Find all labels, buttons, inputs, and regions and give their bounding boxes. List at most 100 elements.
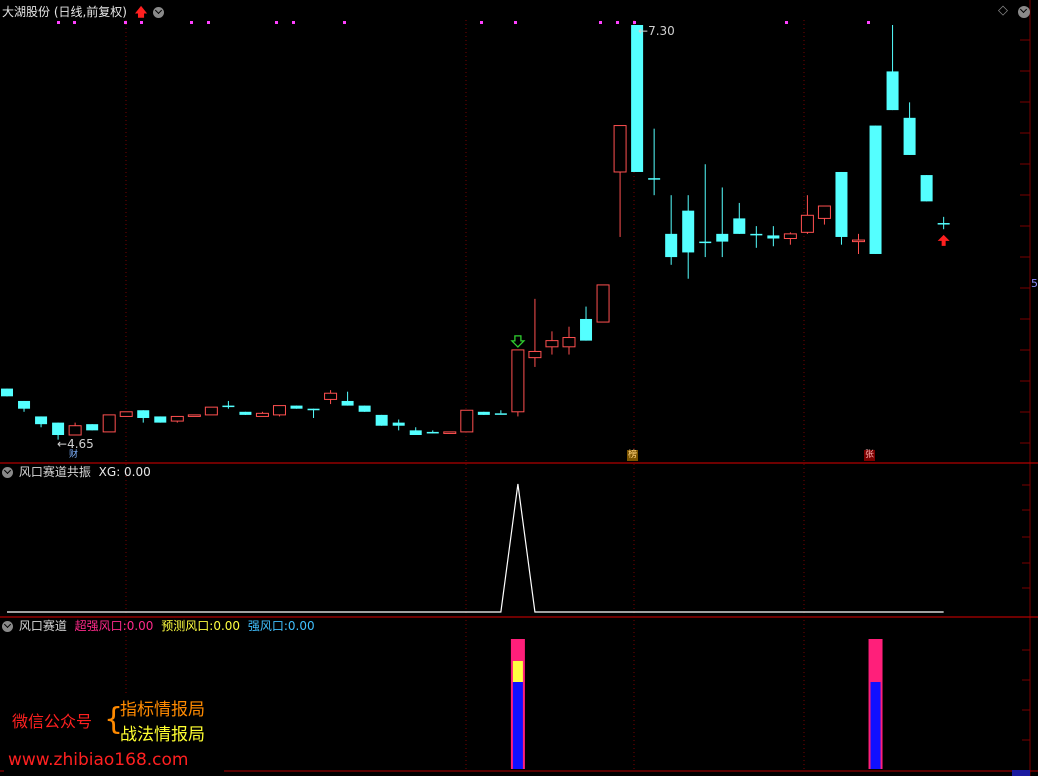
chevron-down-icon[interactable] (2, 621, 13, 632)
signal-dot (599, 21, 602, 24)
candle-body (716, 233, 729, 242)
candle-body (767, 235, 780, 239)
chevron-down-icon[interactable] (2, 467, 13, 478)
marker-bang[interactable]: 榜 (627, 450, 638, 461)
candle (239, 411, 252, 415)
candle-body (665, 233, 678, 258)
marker-cai[interactable]: 财 (68, 450, 79, 461)
candle (392, 419, 405, 431)
candle (409, 427, 422, 435)
right-scale-label: 5 (1031, 277, 1038, 290)
candle-body (375, 414, 388, 426)
candle-body (477, 411, 490, 415)
high-price-label: ←7.30 (638, 24, 675, 38)
super-value: 0.00 (126, 619, 154, 633)
watermark-url[interactable]: www.zhibiao168.com (8, 750, 188, 770)
candle (187, 414, 201, 417)
candle (800, 195, 814, 234)
candle-body (817, 205, 831, 219)
xg-value: XG: 0.00 (98, 465, 151, 479)
xg-panel-header: 风口赛道共振 XG: 0.00 (2, 465, 151, 479)
chevron-down-icon[interactable] (153, 7, 164, 18)
signal-dot (343, 21, 346, 24)
high-price-value: 7.30 (648, 24, 675, 38)
scrollbar-indicator[interactable] (1012, 770, 1030, 776)
predict-label: 预测风口: (161, 619, 214, 633)
expand-panel-icon[interactable] (1018, 6, 1030, 18)
candle (511, 349, 525, 417)
strong-value: 0.00 (287, 619, 315, 633)
candle (783, 232, 797, 245)
candle (154, 416, 167, 423)
candle (290, 405, 303, 409)
candle (426, 430, 439, 434)
signal-dot (867, 21, 870, 24)
candle-body (937, 223, 950, 225)
predict-fengkou-bar (512, 661, 523, 682)
candle (682, 195, 695, 279)
candle (477, 411, 490, 415)
main-title: 大湖股份 (日线,前复权) 🡅 (2, 5, 164, 19)
candle-body (903, 117, 916, 155)
candle-body (528, 350, 542, 359)
candle (102, 414, 116, 433)
candle-body (545, 340, 559, 348)
stock-title: 大湖股份 (日线,前复权) (2, 5, 127, 19)
candle-body (682, 210, 695, 253)
stock-chart-canvas[interactable] (0, 0, 1038, 776)
candle-body (187, 414, 201, 417)
candle (68, 422, 82, 436)
diamond-icon[interactable]: ◇ (998, 4, 1008, 18)
candle-body (18, 400, 31, 409)
candle-body (290, 405, 303, 409)
candle (631, 25, 644, 172)
low-price-label: ←4.65 (57, 437, 94, 451)
candle (596, 284, 610, 323)
signal-markers (510, 234, 950, 348)
candle (137, 410, 150, 423)
candle-body (835, 171, 848, 237)
candle (580, 306, 593, 341)
candle-body (783, 233, 797, 240)
fk-panel-header: 风口赛道 超强风口:0.00 预测风口:0.00 强风口:0.00 (2, 619, 315, 633)
candle (716, 187, 729, 258)
candle (835, 171, 848, 245)
candle (358, 405, 371, 412)
candle-body (409, 430, 422, 435)
marker-zhang[interactable]: 张 (864, 450, 875, 461)
candle (375, 414, 388, 426)
candle-body (920, 175, 933, 202)
strong-fengkou-bar (512, 682, 523, 769)
candle-body (204, 406, 218, 416)
signal-dot (207, 21, 210, 24)
xg-line (7, 483, 944, 613)
candle (170, 415, 184, 423)
signal-dot (57, 21, 60, 24)
candle-body (750, 233, 763, 236)
xg-line-series (7, 483, 944, 613)
strong-fengkou-bar (870, 682, 881, 769)
candle-body (119, 411, 133, 417)
xg-panel-title: 风口赛道共振 (18, 465, 91, 479)
candle (733, 202, 746, 234)
red-up-arrow-icon: 🡅 (134, 5, 148, 19)
candle-body (580, 318, 593, 341)
candle-body (255, 412, 269, 417)
candle-body (137, 410, 150, 418)
candle-body (648, 178, 661, 180)
watermark-line1: 指标情报局 (120, 700, 205, 720)
candle-body (733, 218, 746, 234)
low-price-value: 4.65 (67, 437, 94, 451)
candle-body (511, 349, 525, 413)
candle-body (613, 125, 627, 173)
watermark-wechat: 微信公众号 (12, 712, 93, 731)
candle (119, 411, 133, 417)
candle-body (68, 425, 82, 436)
candle-body (170, 415, 184, 422)
candle-body (443, 431, 457, 434)
candle (222, 400, 235, 409)
candle-body (272, 405, 286, 416)
candle-body (35, 416, 48, 425)
predict-value: 0.00 (213, 619, 241, 633)
candle-body (222, 405, 235, 408)
